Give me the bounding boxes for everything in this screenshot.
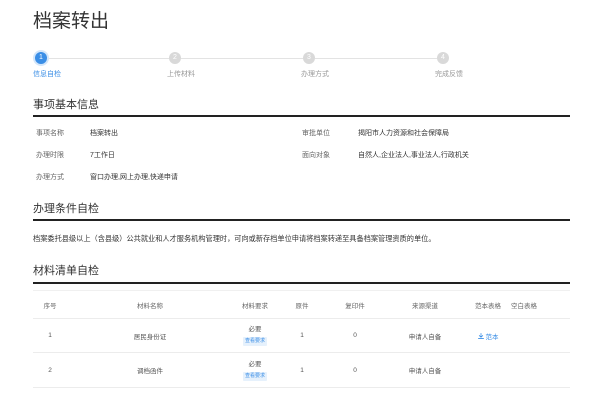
material-name: 居民身份证 xyxy=(133,333,167,341)
copy-count: 0 xyxy=(353,366,357,374)
blank-form-cell xyxy=(509,319,539,353)
column-header-index: 序号 xyxy=(43,302,57,310)
download-icon xyxy=(477,332,484,339)
step-4-indicator: 4 xyxy=(437,52,449,64)
materials-table: 序号 材料名称 材料要求 原件 复印件 来源渠道 范本表格 空白表格 1 居民身… xyxy=(33,290,570,388)
row-index: 2 xyxy=(48,366,52,374)
requirement-text: 必要 xyxy=(248,326,262,333)
time-limit-label: 办理时限 xyxy=(36,152,64,159)
sample-form-cell: 范本 xyxy=(467,319,509,353)
approval-unit-label: 审批单位 xyxy=(302,130,330,137)
source-channel: 申请人自备 xyxy=(408,368,442,375)
column-header-sample-form: 范本表格 xyxy=(475,302,501,310)
sample-form-cell xyxy=(467,353,509,388)
section-divider xyxy=(33,115,570,117)
spacer-cell xyxy=(539,353,570,388)
requirement-cell: 必要 查看要求 xyxy=(233,353,277,388)
original-count: 1 xyxy=(300,366,304,374)
step-connector xyxy=(47,58,169,59)
copy-count: 0 xyxy=(353,332,357,339)
table-row: 1 居民身份证 必要 查看要求 1 0 申请人自备 范本 xyxy=(33,319,570,353)
item-name-label: 事项名称 xyxy=(36,130,64,137)
view-requirement-button[interactable]: 查看要求 xyxy=(242,337,267,346)
item-name-value: 档案转出 xyxy=(90,130,118,137)
approval-unit-value: 揭阳市人力资源和社会保障局 xyxy=(358,130,449,137)
target-audience-label: 面向对象 xyxy=(302,152,330,159)
step-1-indicator: 1 xyxy=(35,52,47,64)
section-heading-materials: 材料清单自检 xyxy=(33,265,99,277)
column-header-requirement: 材料要求 xyxy=(242,302,268,310)
column-header-copy: 复印件 xyxy=(345,302,365,310)
handling-method-label: 办理方式 xyxy=(36,174,64,181)
target-audience-value: 自然人,企业法人,事业法人,行政机关 xyxy=(358,152,469,159)
column-header-source: 来源渠道 xyxy=(412,302,438,310)
step-1-label: 信息自检 xyxy=(33,71,61,78)
step-connector xyxy=(315,58,437,59)
step-4-label: 完成反馈 xyxy=(435,71,463,78)
step-2-indicator: 2 xyxy=(169,52,181,64)
column-header-original: 原件 xyxy=(295,302,309,310)
section-heading-conditions: 办理条件自检 xyxy=(33,203,99,215)
step-connector xyxy=(181,58,303,59)
material-name: 调档函件 xyxy=(137,368,163,375)
table-header-row: 序号 材料名称 材料要求 原件 复印件 来源渠道 范本表格 空白表格 xyxy=(33,290,570,319)
requirement-text: 必要 xyxy=(248,360,262,368)
requirement-cell: 必要 查看要求 xyxy=(233,319,277,353)
row-index: 1 xyxy=(48,332,52,339)
step-2-label: 上传材料 xyxy=(167,71,195,78)
spacer-cell xyxy=(539,319,570,353)
section-heading-basic-info: 事项基本信息 xyxy=(33,99,99,111)
conditions-text: 档案委托县级以上（含县级）公共就业和人才服务机构管理时，可向或新存档单位申请将档… xyxy=(33,234,436,243)
sample-download-link[interactable]: 范本 xyxy=(477,331,499,341)
page-title: 档案转出 xyxy=(33,11,110,32)
time-limit-value: 7工作日 xyxy=(90,152,115,159)
section-divider xyxy=(33,219,570,221)
table-row: 2 调档函件 必要 查看要求 1 0 申请人自备 xyxy=(33,353,570,388)
sample-label: 范本 xyxy=(485,333,499,341)
blank-form-cell xyxy=(509,353,539,388)
handling-method-value: 窗口办理,网上办理,快递申请 xyxy=(90,174,178,181)
view-requirement-button[interactable]: 查看要求 xyxy=(242,371,267,381)
section-divider xyxy=(33,282,570,284)
column-header-blank-form: 空白表格 xyxy=(511,302,537,310)
step-3-label: 办理方式 xyxy=(301,71,329,78)
column-header-material-name: 材料名称 xyxy=(137,302,163,310)
original-count: 1 xyxy=(300,332,304,339)
step-3-indicator: 3 xyxy=(303,52,315,64)
column-header-spacer xyxy=(539,291,570,319)
source-channel: 申请人自备 xyxy=(408,333,442,341)
